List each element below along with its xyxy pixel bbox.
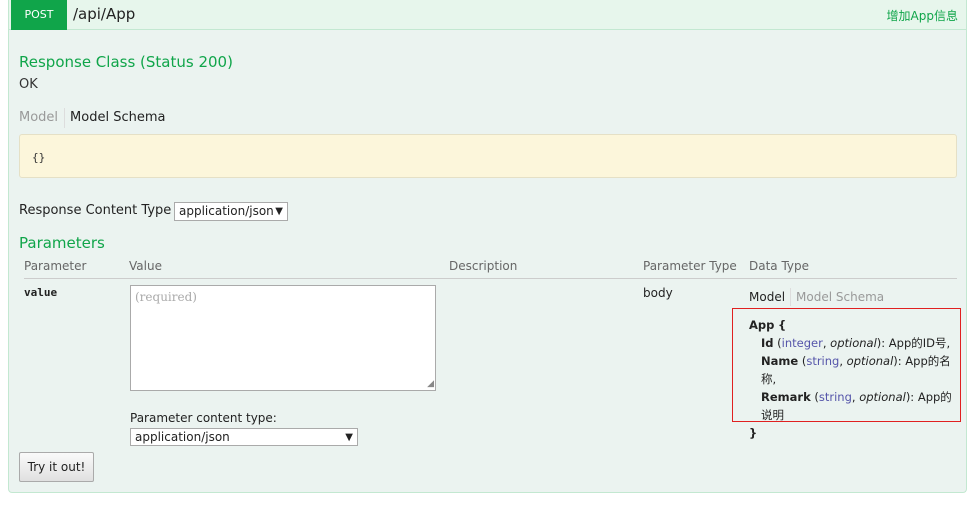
operation-path[interactable]: /api/App [73, 5, 135, 23]
model-name: App [749, 318, 775, 332]
response-content-type-select[interactable]: application/json ▼ [174, 202, 288, 221]
parameters-title: Parameters [19, 234, 105, 252]
response-class-title: Response Class (Status 200) [19, 53, 233, 71]
parameter-name: value [24, 286, 58, 299]
response-status-text: OK [19, 77, 38, 92]
response-content-type-label: Response Content Type [19, 203, 172, 218]
model-field-remark: Remark (string, optional): App的说明 [761, 390, 952, 422]
model-close-brace: } [749, 426, 758, 440]
column-header-parameter-type: Parameter Type [643, 259, 737, 273]
operation-summary[interactable]: 增加App信息 [887, 7, 958, 24]
parameters-table-header: Parameter Value Description Parameter Ty… [24, 256, 957, 279]
model-field-id: Id (integer, optional): App的ID号, [761, 336, 951, 350]
model-open-brace: { [778, 318, 787, 332]
response-schema-box: {} [19, 134, 957, 178]
dropdown-arrow-icon: ▼ [345, 432, 353, 443]
try-it-out-button[interactable]: Try it out! [19, 452, 94, 482]
column-header-description: Description [449, 259, 518, 273]
parameter-value-textarea[interactable]: (required) ◢ [130, 285, 436, 391]
operation-panel: POST /api/App 增加App信息 Response Class (St… [8, 0, 967, 493]
tab-model[interactable]: Model [19, 108, 66, 128]
column-header-value: Value [129, 259, 162, 273]
model-field-name: Name (string, optional): App的名称, [761, 354, 951, 386]
parameter-content-type-label: Parameter content type: [130, 411, 277, 425]
data-type-tabs: Model Model Schema [749, 288, 890, 306]
resize-handle-icon[interactable]: ◢ [427, 380, 434, 389]
response-content-type-value: application/json [179, 204, 274, 218]
parameter-type: body [643, 286, 673, 300]
tab-data-type-model[interactable]: Model [749, 288, 792, 306]
response-schema-text: {} [32, 151, 46, 164]
parameter-content-type-select[interactable]: application/json ▼ [130, 428, 358, 446]
tab-model-schema[interactable]: Model Schema [65, 108, 171, 128]
column-header-data-type: Data Type [749, 259, 810, 273]
dropdown-arrow-icon: ▼ [275, 206, 283, 217]
operation-header[interactable]: POST /api/App 增加App信息 [9, 0, 966, 30]
model-signature: App { Id (integer, optional): App的ID号, N… [749, 316, 961, 442]
column-header-parameter: Parameter [24, 259, 87, 273]
tab-data-type-model-schema[interactable]: Model Schema [791, 288, 890, 306]
http-method-badge[interactable]: POST [11, 0, 67, 30]
parameter-content-type-value: application/json [135, 430, 230, 444]
parameter-value-placeholder: (required) [135, 290, 197, 304]
response-model-tabs: Model Model Schema [19, 108, 171, 128]
